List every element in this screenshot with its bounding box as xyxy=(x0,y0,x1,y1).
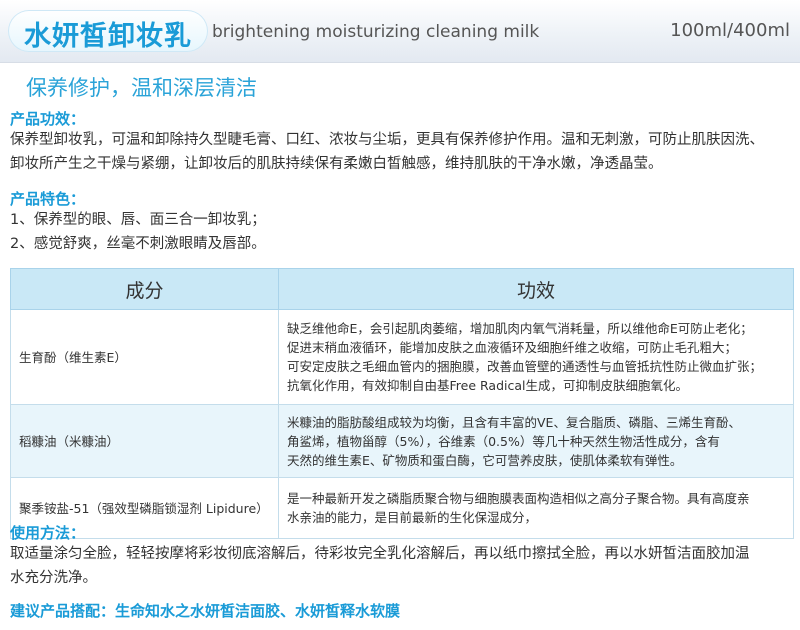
effect-cell: 米糠油的脂肪酸组成较为均衡，且含有丰富的VE、复合脂质、磷脂、三烯生育酚、 角鲨… xyxy=(278,404,794,478)
product-title-cn: 水妍皙卸妆乳 xyxy=(24,21,192,52)
ingredients-table: 成分 功效 生育酚（维生素E） 缺乏维他命E，会引起肌肉萎缩，增加肌肉内氧气消耗… xyxy=(10,268,794,539)
features-text: 1、保养型的眼、唇、面三合一卸妆乳； 2、感觉舒爽，丝毫不刺激眼睛及唇部。 xyxy=(10,208,795,256)
effect-cell: 是一种最新开发之磷脂质聚合物与细胞膜表面构造相似之高分子聚合物。具有高度亲 水亲… xyxy=(278,477,794,539)
header-band: 水妍皙卸妆乳 brightening moisturizing cleaning… xyxy=(0,0,800,63)
product-capacity: 100ml/400ml xyxy=(670,20,790,41)
recommend-text: 建议产品搭配：生命知水之水妍皙洁面胶、水妍皙释水软膜 xyxy=(10,602,401,620)
features-line: 2、感觉舒爽，丝毫不刺激眼睛及唇部。 xyxy=(10,236,266,252)
effect-line: 米糠油的脂肪酸组成较为均衡，且含有丰富的VE、复合脂质、磷脂、三烯生育酚、 xyxy=(287,414,741,430)
effect-line: 缺乏维他命E，会引起肌肉萎缩，增加肌肉内氧气消耗量，所以维他命E可防止老化； xyxy=(287,321,753,336)
features-heading: 产品特色： xyxy=(10,190,86,208)
usage-line: 水充分洗净。 xyxy=(10,570,97,586)
effect-line: 是一种最新开发之磷脂质聚合物与细胞膜表面构造相似之高分子聚合物。具有高度亲 xyxy=(287,491,750,506)
table-row: 生育酚（维生素E） 缺乏维他命E，会引起肌肉萎缩，增加肌肉内氧气消耗量，所以维他… xyxy=(10,309,794,405)
product-slogan: 保养修护，温和深层清洁 xyxy=(26,76,257,100)
features-line: 1、保养型的眼、唇、面三合一卸妆乳； xyxy=(10,212,266,228)
product-title-en: brightening moisturizing cleaning milk xyxy=(212,22,540,42)
ingredient-cell: 生育酚（维生素E） xyxy=(10,309,279,405)
efficacy-text: 保养型卸妆乳，可温和卸除持久型睫毛膏、口红、浓妆与尘垢，更具有保养修护作用。温和… xyxy=(10,128,795,176)
column-header-ingredient: 成分 xyxy=(10,268,279,310)
effect-line: 抗氧化作用，有效抑制自由基Free Radical生成，可抑制皮肤细胞氧化。 xyxy=(287,378,688,393)
effect-line: 可安定皮肤之毛细血管内的捆胞膜，改善血管壁的通透性与血管抵抗性防止微血扩张； xyxy=(287,359,763,374)
effect-line: 促进末稍血液循环，能增加皮肤之血液循环及细胞纤维之收缩，可防止毛孔粗大； xyxy=(287,340,738,355)
effect-line: 水亲油的能力，是目前最新的生化保湿成分， xyxy=(287,510,538,525)
effect-line: 角鲨烯，植物甾醇（5%），谷维素（0.5%）等几十种天然生物活性成分，含有 xyxy=(287,433,720,449)
table-row: 聚季铵盐-51（强效型磷脂锁湿剂 Lipidure） 是一种最新开发之磷脂质聚合… xyxy=(10,477,794,539)
table-header-row: 成分 功效 xyxy=(10,268,794,310)
effect-line: 天然的维生素E、矿物质和蛋白酶，它可营养皮肤，使肌体柔软有弹性。 xyxy=(287,452,683,468)
efficacy-line: 卸妆所产生之干燥与紧绷，让卸妆后的肌肤持续保有柔嫩白皙触感，维持肌肤的干净水嫩，… xyxy=(10,156,663,172)
usage-heading: 使用方法： xyxy=(10,524,86,542)
effect-cell: 缺乏维他命E，会引起肌肉萎缩，增加肌肉内氧气消耗量，所以维他命E可防止老化； 促… xyxy=(278,309,794,405)
efficacy-heading: 产品功效： xyxy=(10,110,86,128)
table-row: 稻糠油（米糠油） 米糠油的脂肪酸组成较为均衡，且含有丰富的VE、复合脂质、磷脂、… xyxy=(10,404,794,478)
efficacy-line: 保养型卸妆乳，可温和卸除持久型睫毛膏、口红、浓妆与尘垢，更具有保养修护作用。温和… xyxy=(10,132,764,148)
usage-line: 取适量涂匀全脸，轻轻按摩将彩妆彻底溶解后，待彩妆完全乳化溶解后，再以纸巾擦拭全脸… xyxy=(10,546,750,562)
column-header-effect: 功效 xyxy=(278,268,794,310)
ingredient-cell: 稻糠油（米糠油） xyxy=(10,404,279,478)
usage-text: 取适量涂匀全脸，轻轻按摩将彩妆彻底溶解后，待彩妆完全乳化溶解后，再以纸巾擦拭全脸… xyxy=(10,542,795,590)
